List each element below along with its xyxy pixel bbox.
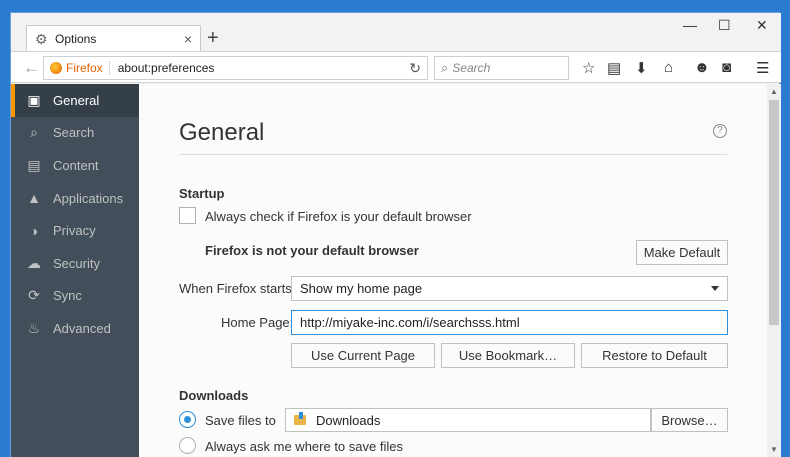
sidebar-item-label: Applications [53,190,124,206]
sidebar-item-label: Search [53,125,95,141]
back-arrow-icon[interactable]: ← [23,58,40,78]
chevron-down-icon [711,286,719,291]
firefox-logo-icon [50,62,62,74]
when-starts-value: Show my home page [300,281,423,296]
help-icon[interactable]: ? [713,124,727,138]
download-arrow-icon[interactable]: ⬇ [635,59,648,77]
sidebar-item-label: Content [53,157,99,173]
content-scrollbar[interactable]: ▲ ▼ [767,84,781,457]
pocket-icon[interactable]: ◙ [722,59,731,76]
title-divider [179,154,727,155]
sidebar-item-general[interactable]: ▣ General [11,84,139,117]
tab-close-icon[interactable]: × [184,31,192,47]
search-input[interactable]: ⌕ Search [434,56,569,80]
emoji-icon[interactable]: ☻ [694,59,710,76]
sidebar-item-label: Sync [53,288,82,304]
navigation-toolbar: ← Firefox about:preferences ↻ ⌕ Search ☆… [11,51,781,83]
startup-heading: Startup [179,186,225,201]
security-icon: ☁ [27,254,41,271]
sidebar-item-applications[interactable]: ▲ Applications [11,182,139,215]
sidebar-item-privacy[interactable]: ◑ Privacy [11,214,139,247]
maximize-icon[interactable]: ☐ [718,17,731,34]
save-files-label: Save files to [205,413,276,428]
downloads-heading: Downloads [179,388,249,403]
sidebar-item-advanced[interactable]: ♨ Advanced [11,312,139,345]
always-ask-label: Always ask me where to save files [205,439,403,454]
make-default-button[interactable]: Make Default [636,240,728,265]
gear-icon: ⚙ [35,31,48,47]
sidebar-item-security[interactable]: ☁ Security [11,247,139,280]
save-files-radio[interactable] [179,411,196,428]
scroll-up-icon[interactable]: ▲ [770,87,778,96]
content-icon: ▤ [27,156,41,173]
preferences-sidebar: ▣ General ⌕ Search ▤ Content ▲ Applicati… [11,84,139,457]
download-folder-value: Downloads [316,412,381,428]
privacy-mask-icon: ◑ [29,222,39,239]
search-placeholder: Search [452,61,491,75]
hamburger-menu-icon[interactable]: ☰ [756,59,769,77]
always-ask-radio[interactable] [179,437,196,454]
library-icon[interactable]: ▤ [607,59,621,77]
sidebar-item-label: Privacy [53,223,96,239]
tab-strip: ⚙ Options × + — ☐ ✕ [11,13,781,52]
page-title: General [179,119,265,146]
identity-label[interactable]: Firefox [66,61,110,75]
tab-options[interactable]: ⚙ Options × [26,25,201,52]
applications-icon: ▲ [27,190,41,207]
sidebar-item-content[interactable]: ▤ Content [11,149,139,182]
scrollbar-thumb[interactable] [769,100,779,325]
sidebar-item-search[interactable]: ⌕ Search [11,117,139,150]
default-browser-check-label: Always check if Firefox is your default … [205,209,472,224]
sidebar-item-label: General [53,92,100,108]
url-text[interactable]: about:preferences [118,61,215,75]
url-bar[interactable]: Firefox about:preferences ↻ [43,56,428,80]
bookmark-star-icon[interactable]: ☆ [582,59,595,77]
sidebar-item-label: Advanced [53,320,111,336]
minimize-icon[interactable]: — [683,17,697,33]
browse-button[interactable]: Browse… [651,408,728,432]
browser-window: ⚙ Options × + — ☐ ✕ ← Firefox about:pref… [10,12,781,457]
magnifier-icon: ⌕ [441,60,449,75]
when-starts-label: When Firefox starts: [179,281,296,296]
advanced-wizard-icon: ♨ [27,319,41,336]
use-current-page-button[interactable]: Use Current Page [291,343,435,368]
restore-default-button[interactable]: Restore to Default [581,343,728,368]
search-icon: ⌕ [30,124,38,141]
home-page-value: http://miyake-inc.com/i/searchsss.html [300,315,520,330]
sync-icon: ⟳ [28,287,40,304]
download-folder-field[interactable]: Downloads [285,408,651,432]
sidebar-item-sync[interactable]: ⟳ Sync [11,280,139,313]
tab-title: Options [55,32,97,46]
preferences-content: General ? Startup Always check if Firefo… [139,84,767,457]
when-starts-select[interactable]: Show my home page [291,276,728,301]
use-bookmark-button[interactable]: Use Bookmark… [441,343,575,368]
default-browser-status: Firefox is not your default browser [205,243,419,258]
close-window-icon[interactable]: ✕ [756,17,768,34]
folder-icon [294,412,306,425]
reload-icon[interactable]: ↻ [409,60,421,77]
new-tab-button[interactable]: + [207,28,219,48]
general-icon: ▣ [27,91,41,108]
home-page-field[interactable]: http://miyake-inc.com/i/searchsss.html [291,310,728,335]
home-icon[interactable]: ⌂ [664,59,673,76]
sidebar-item-label: Security [53,255,100,271]
default-browser-checkbox[interactable] [179,207,196,224]
scroll-down-icon[interactable]: ▼ [770,445,778,454]
home-page-label: Home Page: [221,315,294,330]
